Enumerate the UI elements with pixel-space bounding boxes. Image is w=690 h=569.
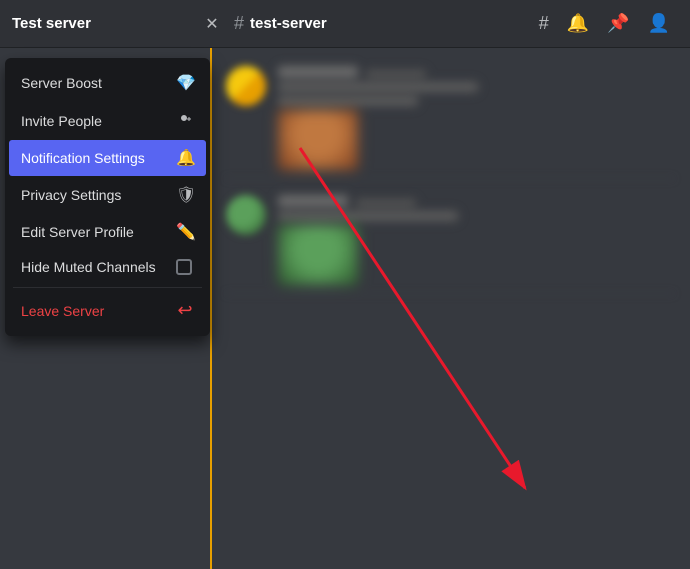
table-row — [226, 58, 674, 179]
members-icon[interactable]: 👤 — [648, 13, 670, 34]
top-bar-icons: # 🔔 📌 👤 — [539, 13, 678, 34]
notification-settings-icon: 🔔 — [176, 148, 194, 168]
server-boost-icon: 💎 — [176, 73, 194, 93]
message-content — [278, 195, 674, 285]
menu-item-notification-settings[interactable]: Notification Settings 🔔 — [9, 140, 206, 176]
message-text-short — [278, 96, 418, 106]
menu-item-leave-server[interactable]: Leave Server ↩ — [9, 292, 206, 329]
hashtag-icon[interactable]: # — [539, 13, 549, 34]
top-bar: Test server ✕ # test-server # 🔔 📌 👤 — [0, 0, 690, 48]
close-button[interactable]: ✕ — [202, 14, 222, 34]
hide-muted-channels-icon — [176, 259, 194, 275]
edit-server-profile-label: Edit Server Profile — [21, 224, 134, 240]
menu-item-edit-server-profile[interactable]: Edit Server Profile ✏️ — [9, 214, 206, 250]
message-image — [278, 110, 358, 170]
message-content — [278, 66, 674, 170]
message-text — [278, 211, 458, 221]
hide-muted-channels-label: Hide Muted Channels — [21, 259, 156, 275]
server-title: Test server — [12, 15, 91, 32]
menu-item-server-boost[interactable]: Server Boost 💎 — [9, 65, 206, 101]
server-boost-label: Server Boost — [21, 75, 102, 91]
message-username — [278, 66, 358, 78]
invite-people-label: Invite People — [21, 113, 102, 129]
channel-name: test-server — [250, 15, 327, 32]
message-header — [278, 66, 674, 78]
message-timestamp — [366, 70, 426, 78]
menu-item-hide-muted-channels[interactable]: Hide Muted Channels — [9, 251, 206, 283]
channel-hash-icon: # — [234, 13, 244, 34]
edit-server-profile-icon: ✏️ — [176, 222, 194, 242]
context-menu: Server Boost 💎 Invite People Notificatio… — [5, 58, 210, 336]
privacy-settings-label: Privacy Settings — [21, 187, 121, 203]
server-header: Test server ✕ — [12, 14, 222, 34]
message-image — [278, 225, 358, 285]
message-header — [278, 195, 674, 207]
privacy-settings-icon: 🛡 — [176, 185, 194, 205]
checkbox[interactable] — [176, 259, 192, 275]
avatar — [226, 66, 266, 106]
message-username — [278, 195, 348, 207]
menu-separator — [13, 287, 202, 288]
message-timestamp — [356, 199, 416, 207]
table-row — [226, 187, 674, 294]
pin-icon[interactable]: 📌 — [607, 13, 629, 34]
message-text — [278, 82, 478, 92]
menu-item-invite-people[interactable]: Invite People — [9, 102, 206, 139]
avatar — [226, 195, 266, 235]
leave-server-icon: ↩ — [176, 300, 194, 321]
notification-settings-label: Notification Settings — [21, 150, 145, 166]
invite-people-icon — [176, 110, 194, 131]
menu-item-privacy-settings[interactable]: Privacy Settings 🛡 — [9, 177, 206, 213]
bell-icon[interactable]: 🔔 — [567, 13, 589, 34]
left-border — [210, 48, 212, 569]
main-content: Server Boost 💎 Invite People Notificatio… — [0, 48, 690, 569]
chat-messages — [210, 48, 690, 304]
leave-server-label: Leave Server — [21, 303, 104, 319]
chat-area — [210, 48, 690, 569]
channel-header: # test-server — [222, 13, 539, 34]
